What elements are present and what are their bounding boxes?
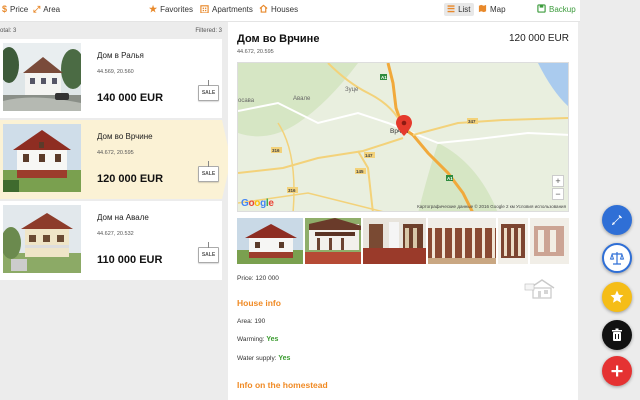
map-icon bbox=[478, 4, 487, 15]
zoom-in-button[interactable]: + bbox=[552, 175, 564, 187]
dollar-icon: $ bbox=[2, 4, 8, 14]
gallery-photo[interactable] bbox=[529, 218, 569, 264]
listing-photo bbox=[3, 124, 81, 192]
listing-price: 120 000 EUR bbox=[97, 173, 164, 185]
detail-price: 120 000 EUR bbox=[508, 33, 569, 44]
listing-title: Дом в Ралья bbox=[97, 51, 144, 60]
list-label: List bbox=[458, 5, 471, 14]
detail-title: Дом во Врчине bbox=[237, 33, 320, 45]
map-road-label: 347 bbox=[468, 119, 476, 124]
sale-tag-icon: SALE bbox=[198, 161, 219, 182]
plus-icon bbox=[611, 365, 623, 377]
gallery-photo[interactable] bbox=[498, 218, 528, 264]
homestead-heading: Info on the homestead bbox=[237, 380, 328, 390]
listing-card[interactable]: Дом в Ралья 44.569, 20.560 140 000 EUR S… bbox=[0, 39, 222, 118]
price-sort[interactable]: $ Price bbox=[2, 4, 28, 14]
houses-label: Houses bbox=[271, 5, 299, 14]
gallery-photo[interactable] bbox=[427, 218, 497, 264]
area-value: Area: 190 bbox=[237, 318, 266, 325]
water-supply-value: Yes bbox=[278, 355, 291, 362]
area-sort[interactable]: ⤢ Area bbox=[33, 4, 60, 15]
map-road-label: A1 bbox=[447, 176, 453, 181]
map-label-zuce: Зуце bbox=[345, 87, 359, 93]
listing-card-selected[interactable]: Дом во Врчине 44.672, 20.595 120 000 EUR… bbox=[0, 120, 231, 199]
listing-list: otal: 3 Filtered: 3 Дом в Ралья 44.569, … bbox=[0, 22, 231, 400]
gallery-photo[interactable] bbox=[304, 218, 361, 264]
listing-photo bbox=[3, 43, 81, 111]
list-icon: ☰ bbox=[447, 4, 456, 14]
area-label: Area bbox=[43, 5, 61, 14]
listing-price: 140 000 EUR bbox=[97, 92, 164, 104]
listing-title: Дом во Врчине bbox=[97, 132, 153, 141]
map-label-avale: Авале bbox=[293, 96, 311, 102]
delete-button[interactable] bbox=[602, 320, 632, 350]
apartments-label: Apartments bbox=[212, 5, 253, 14]
listing-price: 110 000 EUR bbox=[97, 254, 163, 266]
map-road-label: 147 bbox=[365, 153, 373, 158]
map-label-sava: осава bbox=[238, 98, 255, 104]
resize-arrows-icon: ⤢ bbox=[33, 4, 41, 14]
save-icon bbox=[537, 4, 546, 15]
apartments-filter[interactable]: Apartments bbox=[200, 4, 253, 15]
map-road-label: A1 bbox=[381, 75, 387, 80]
listing-card[interactable]: Дом на Авале 44.627, 20.532 110 000 EUR … bbox=[0, 201, 222, 280]
location-map[interactable]: Авале Зуце Врчин осава A1 347 145 147 31… bbox=[237, 62, 569, 212]
filtered-count: Filtered: 3 bbox=[195, 28, 222, 34]
house-icon bbox=[259, 4, 268, 15]
list-view-toggle[interactable]: ☰ List bbox=[444, 3, 474, 16]
building-icon bbox=[200, 4, 209, 15]
house-info-heading: House info bbox=[237, 298, 281, 308]
edit-button[interactable] bbox=[602, 205, 632, 235]
star-icon: ★ bbox=[149, 4, 158, 14]
house-for-sale-icon bbox=[524, 278, 560, 300]
compare-button[interactable] bbox=[602, 243, 632, 273]
warming-value: Yes bbox=[266, 336, 279, 343]
listing-coords: 44.627, 20.532 bbox=[97, 231, 134, 237]
favorites-filter[interactable]: ★ Favorites bbox=[149, 4, 193, 15]
map-canvas: Авале Зуце Врчин осава A1 347 145 147 31… bbox=[238, 63, 568, 211]
backup-button[interactable]: Backup bbox=[537, 4, 576, 15]
zoom-out-button[interactable]: − bbox=[552, 188, 564, 200]
map-label: Map bbox=[490, 5, 506, 14]
backup-label: Backup bbox=[549, 5, 576, 14]
map-road-label: 316 bbox=[288, 188, 296, 193]
warming-label: Warming: bbox=[237, 336, 267, 343]
listing-detail: Дом во Врчине 120 000 EUR 44.672, 20.595… bbox=[228, 22, 578, 400]
map-view-toggle[interactable]: Map bbox=[478, 4, 506, 15]
sale-tag-icon: SALE bbox=[198, 80, 219, 101]
scales-icon bbox=[609, 252, 625, 265]
gallery-photo[interactable] bbox=[237, 218, 303, 264]
add-button[interactable] bbox=[602, 356, 632, 386]
star-icon bbox=[610, 290, 624, 303]
map-credit: Картографические данные © 2016 Google 2 … bbox=[417, 204, 566, 209]
listing-photo bbox=[3, 205, 81, 273]
trash-icon bbox=[612, 328, 622, 341]
detail-coords: 44.672, 20.595 bbox=[237, 49, 274, 55]
water-supply-label: Water supply: bbox=[237, 355, 279, 362]
listing-title: Дом на Авале bbox=[97, 213, 149, 222]
listing-coords: 44.569, 20.560 bbox=[97, 69, 134, 75]
price-label: Price bbox=[10, 4, 29, 14]
total-count: otal: 3 bbox=[0, 28, 17, 34]
google-logo: Google bbox=[241, 198, 274, 209]
map-road-label: 145 bbox=[356, 169, 364, 174]
detail-price-line: Price: 120 000 bbox=[237, 275, 279, 282]
listing-coords: 44.672, 20.595 bbox=[97, 150, 134, 156]
warming-row: Warming: Yes bbox=[237, 336, 278, 343]
photo-gallery bbox=[237, 218, 569, 264]
top-toolbar: $ Price ⤢ Area ★ Favorites Apartments Ho… bbox=[0, 0, 580, 22]
pencil-icon bbox=[612, 215, 622, 225]
sale-tag-icon: SALE bbox=[198, 242, 219, 263]
gallery-photo[interactable] bbox=[362, 218, 426, 264]
map-road-label: 316 bbox=[272, 148, 280, 153]
water-supply-row: Water supply: Yes bbox=[237, 355, 290, 362]
favorite-button[interactable] bbox=[602, 282, 632, 312]
favorites-label: Favorites bbox=[160, 5, 193, 14]
houses-filter[interactable]: Houses bbox=[259, 4, 298, 15]
